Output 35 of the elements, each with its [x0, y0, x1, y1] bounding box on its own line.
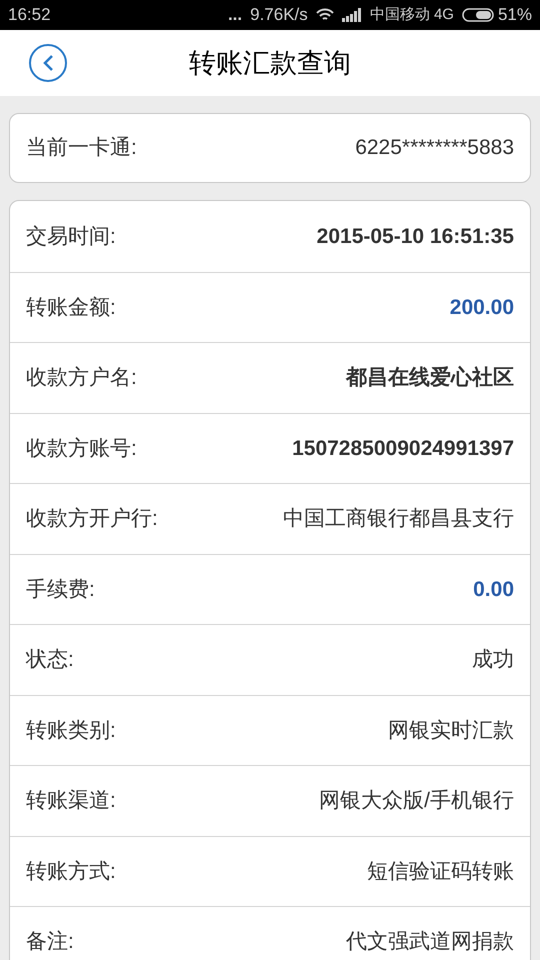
detail-label: 收款方账号: [26, 436, 137, 462]
wifi-icon [316, 8, 334, 22]
detail-label: 收款方开户行: [26, 506, 158, 532]
status-time: 16:52 [8, 4, 51, 26]
detail-label: 收款方户名: [26, 365, 137, 391]
detail-value: 200.00 [450, 294, 514, 320]
detail-value: 成功 [472, 647, 514, 673]
page-title: 转账汇款查询 [189, 46, 351, 80]
detail-value: 1507285009024991397 [292, 436, 514, 462]
back-button[interactable] [29, 44, 67, 82]
detail-value: 中国工商银行都昌县支行 [283, 506, 514, 532]
detail-value: 网银实时汇款 [388, 718, 514, 744]
detail-value: 都昌在线爱心社区 [346, 364, 514, 391]
detail-value: 2015-05-10 16:51:35 [316, 224, 514, 250]
card-number: 6225********5883 [355, 135, 514, 162]
battery-percent: 51% [498, 4, 532, 26]
detail-label: 转账渠道: [26, 788, 116, 814]
detail-label: 转账类别: [26, 718, 116, 744]
detail-value: 网银大众版/手机银行 [319, 788, 514, 814]
carrier-label: 中国移动 4G [370, 4, 454, 25]
status-dots: ... [228, 4, 242, 26]
card-label: 当前一卡通: [26, 135, 137, 162]
battery-icon [462, 8, 494, 22]
detail-label: 交易时间: [26, 224, 116, 250]
detail-value: 代文强武道网捐款 [346, 929, 514, 955]
detail-label: 转账金额: [26, 294, 116, 320]
detail-label: 状态: [26, 647, 74, 673]
detail-label: 手续费: [26, 576, 95, 602]
detail-value: 短信验证码转账 [367, 858, 514, 884]
network-speed: 9.76K/s [250, 4, 308, 26]
detail-label: 备注: [26, 929, 74, 955]
chevron-left-icon [42, 54, 54, 72]
detail-label: 转账方式: [26, 858, 116, 884]
detail-value: 0.00 [473, 576, 514, 602]
signal-icon [342, 8, 362, 22]
